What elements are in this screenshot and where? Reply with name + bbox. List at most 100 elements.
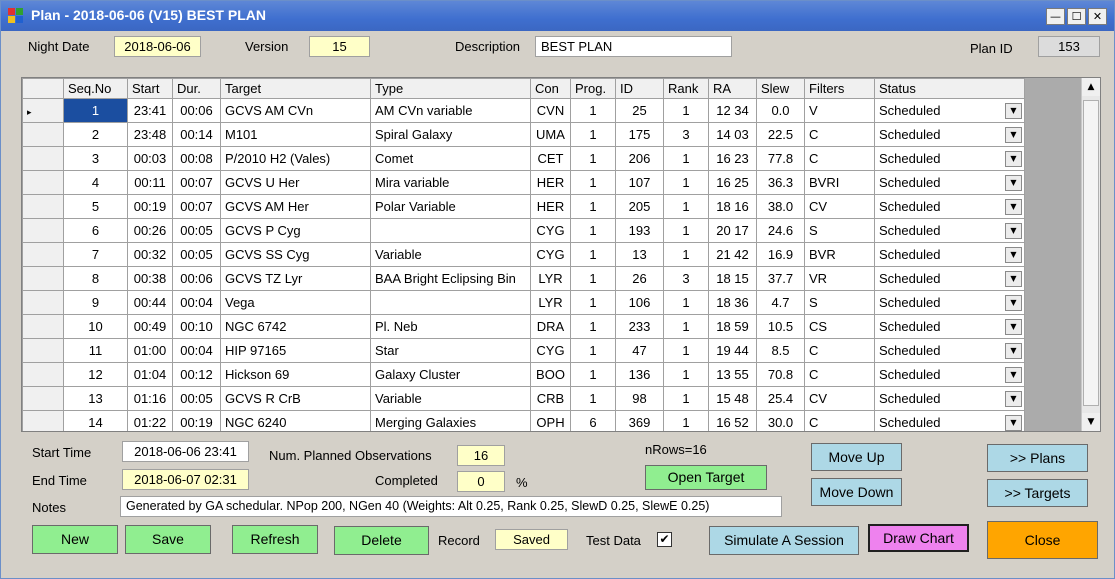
notes-field[interactable]: Generated by GA schedular. NPop 200, NGe… [120, 496, 782, 517]
cell-con[interactable]: CYG [530, 218, 571, 243]
plans-button[interactable]: >> Plans [987, 444, 1088, 472]
plan-grid[interactable]: Seq.No Start Dur. Target Type Con Prog. … [21, 77, 1101, 432]
cell-duration[interactable]: 00:07 [172, 170, 221, 195]
cell-con[interactable]: HER [530, 194, 571, 219]
targets-button[interactable]: >> Targets [987, 479, 1088, 507]
cell-prog[interactable]: 6 [570, 410, 616, 431]
cell-rank[interactable]: 1 [663, 170, 709, 195]
cell-slew[interactable]: 37.7 [756, 266, 805, 291]
table-row[interactable]: 8 00:38 00:06 GCVS TZ Lyr BAA Bright Eclipsi… [22, 266, 1025, 291]
grid-vertical-scrollbar[interactable]: ▲ ▼ [1081, 78, 1100, 431]
column-header-ra[interactable]: RA [708, 78, 757, 99]
simulate-session-button[interactable]: Simulate A Session [709, 526, 859, 555]
cell-prog[interactable]: 1 [570, 170, 616, 195]
table-row[interactable]: 9 00:44 00:04 Vega LYR 1 106 1 18 36 4.7 S Schedule… [22, 290, 1025, 315]
cell-con[interactable]: LYR [530, 266, 571, 291]
cell-ra[interactable]: 14 03 [708, 122, 757, 147]
status-dropdown-icon[interactable]: ▼ [1005, 319, 1022, 335]
status-dropdown-icon[interactable]: ▼ [1005, 391, 1022, 407]
cell-filters[interactable]: CV [804, 386, 875, 411]
table-row[interactable]: 6 00:26 00:05 GCVS P Cyg CYG 1 193 1 20 17 24.6 S S… [22, 218, 1025, 243]
cell-duration[interactable]: 00:07 [172, 194, 221, 219]
cell-slew[interactable]: 4.7 [756, 290, 805, 315]
title-bar[interactable]: Plan - 2018-06-06 (V15) BEST PLAN — ☐ ✕ [1, 1, 1114, 31]
cell-id[interactable]: 206 [615, 146, 664, 171]
cell-id[interactable]: 233 [615, 314, 664, 339]
cell-slew[interactable]: 38.0 [756, 194, 805, 219]
cell-target[interactable]: GCVS SS Cyg [220, 242, 371, 267]
cell-status[interactable]: Scheduled ▼ [874, 338, 1025, 363]
description-field[interactable]: BEST PLAN [535, 36, 732, 57]
cell-start[interactable]: 01:04 [127, 362, 173, 387]
cell-start[interactable]: 00:19 [127, 194, 173, 219]
cell-target[interactable]: GCVS AM Her [220, 194, 371, 219]
cell-ra[interactable]: 16 25 [708, 170, 757, 195]
cell-status[interactable]: Scheduled ▼ [874, 146, 1025, 171]
cell-type[interactable]: Star [370, 338, 531, 363]
test-data-checkbox[interactable]: ✔ [657, 532, 672, 547]
cell-start[interactable]: 00:26 [127, 218, 173, 243]
move-up-button[interactable]: Move Up [811, 443, 902, 471]
cell-ra[interactable]: 18 16 [708, 194, 757, 219]
start-time-field[interactable]: 2018-06-06 23:41 [122, 441, 249, 462]
cell-rank[interactable]: 1 [663, 314, 709, 339]
cell-start[interactable]: 00:32 [127, 242, 173, 267]
cell-seq[interactable]: 12 [63, 362, 128, 387]
column-header-duration[interactable]: Dur. [172, 78, 221, 99]
row-header[interactable] [22, 266, 64, 291]
table-row[interactable]: 11 01:00 00:04 HIP 97165 Star CYG 1 47 1 19 44 8.5… [22, 338, 1025, 363]
cell-ra[interactable]: 16 52 [708, 410, 757, 431]
status-dropdown-icon[interactable]: ▼ [1005, 151, 1022, 167]
night-date-field[interactable]: 2018-06-06 [114, 36, 201, 57]
cell-type[interactable]: Variable [370, 242, 531, 267]
column-header-target[interactable]: Target [220, 78, 371, 99]
cell-id[interactable]: 136 [615, 362, 664, 387]
cell-ra[interactable]: 15 48 [708, 386, 757, 411]
cell-seq[interactable]: 6 [63, 218, 128, 243]
cell-duration[interactable]: 00:04 [172, 290, 221, 315]
status-dropdown-icon[interactable]: ▼ [1005, 223, 1022, 239]
cell-type[interactable]: AM CVn variable [370, 98, 531, 123]
cell-start[interactable]: 23:48 [127, 122, 173, 147]
cell-duration[interactable]: 00:05 [172, 386, 221, 411]
cell-status[interactable]: Scheduled ▼ [874, 314, 1025, 339]
status-dropdown-icon[interactable]: ▼ [1005, 175, 1022, 191]
table-row[interactable]: 2 23:48 00:14 M101 Spiral Galaxy UMA 1 175 3 14 0… [22, 122, 1025, 147]
cell-slew[interactable]: 30.0 [756, 410, 805, 431]
cell-rank[interactable]: 1 [663, 194, 709, 219]
cell-prog[interactable]: 1 [570, 218, 616, 243]
cell-type[interactable]: Pl. Neb [370, 314, 531, 339]
cell-seq[interactable]: 3 [63, 146, 128, 171]
cell-status[interactable]: Scheduled ▼ [874, 218, 1025, 243]
cell-prog[interactable]: 1 [570, 290, 616, 315]
cell-con[interactable]: CRB [530, 386, 571, 411]
cell-duration[interactable]: 00:06 [172, 266, 221, 291]
cell-type[interactable]: Variable [370, 386, 531, 411]
cell-status[interactable]: Scheduled ▼ [874, 98, 1025, 123]
cell-start[interactable]: 00:03 [127, 146, 173, 171]
cell-filters[interactable]: C [804, 122, 875, 147]
cell-seq[interactable]: 7 [63, 242, 128, 267]
row-header[interactable] [22, 386, 64, 411]
cell-rank[interactable]: 3 [663, 122, 709, 147]
cell-prog[interactable]: 1 [570, 242, 616, 267]
cell-start[interactable]: 01:16 [127, 386, 173, 411]
cell-start[interactable]: 00:44 [127, 290, 173, 315]
cell-con[interactable]: UMA [530, 122, 571, 147]
cell-id[interactable]: 98 [615, 386, 664, 411]
end-time-field[interactable]: 2018-06-07 02:31 [122, 469, 249, 490]
cell-type[interactable]: Mira variable [370, 170, 531, 195]
cell-id[interactable]: 13 [615, 242, 664, 267]
cell-ra[interactable]: 21 42 [708, 242, 757, 267]
cell-status[interactable]: Scheduled ▼ [874, 362, 1025, 387]
cell-slew[interactable]: 70.8 [756, 362, 805, 387]
row-header[interactable] [22, 362, 64, 387]
cell-id[interactable]: 25 [615, 98, 664, 123]
cell-target[interactable]: Hickson 69 [220, 362, 371, 387]
cell-ra[interactable]: 18 36 [708, 290, 757, 315]
close-button[interactable]: Close [987, 521, 1098, 559]
cell-rank[interactable]: 1 [663, 98, 709, 123]
cell-type[interactable]: Merging Galaxies [370, 410, 531, 431]
cell-filters[interactable]: CS [804, 314, 875, 339]
cell-start[interactable]: 00:38 [127, 266, 173, 291]
